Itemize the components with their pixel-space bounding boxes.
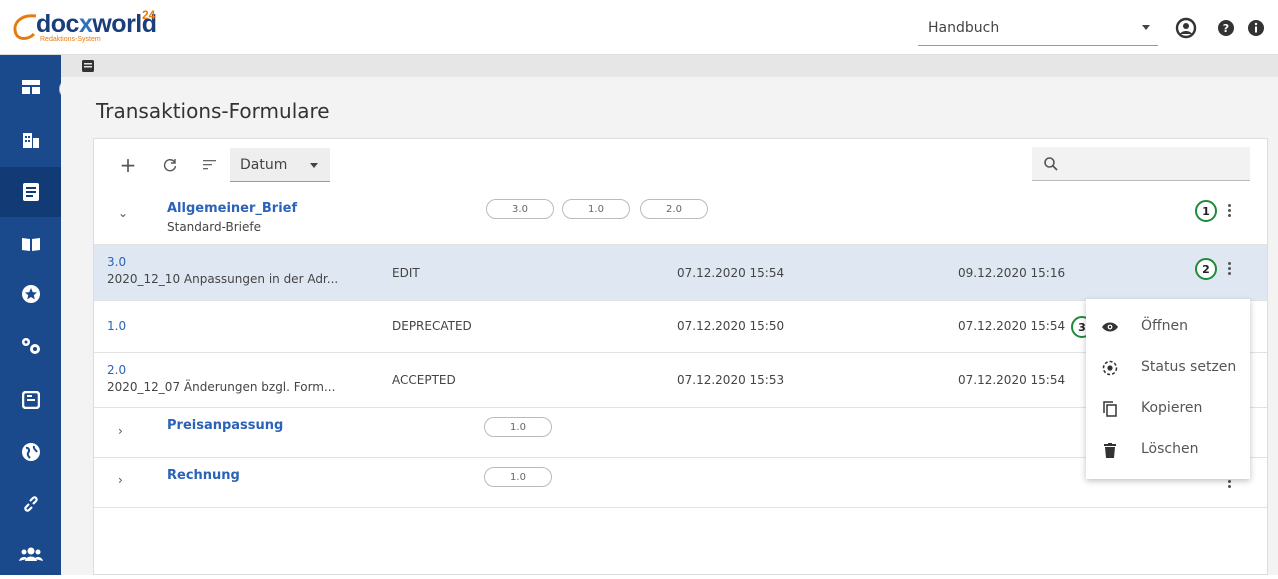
version-chip[interactable]: 2.0 (640, 199, 708, 219)
dashboard-icon (21, 80, 40, 94)
chevron-right-icon[interactable]: › (118, 424, 123, 438)
menu-item-delete[interactable]: Löschen (1086, 430, 1250, 470)
sidebar-item-organizations[interactable] (0, 115, 61, 165)
plus-icon: + (119, 153, 137, 177)
annotation-badge: 1 (1195, 200, 1217, 222)
refresh-icon (163, 159, 177, 172)
version-chip[interactable]: 3.0 (486, 199, 554, 219)
sort-order-button[interactable] (196, 150, 224, 180)
version-chip[interactable]: 1.0 (484, 467, 552, 487)
sidebar (0, 55, 61, 575)
handbook-selector-value: Handbuch (928, 19, 1000, 36)
logo-tagline: Redaktions-System (40, 36, 101, 43)
version-status: DEPRECATED (392, 319, 472, 333)
trash-icon (1102, 442, 1118, 458)
version-description: 2020_12_10 Anpassungen in der Adr... (107, 272, 339, 286)
menu-item-open[interactable]: Öffnen (1086, 307, 1250, 347)
version-created: 07.12.2020 15:53 (677, 373, 785, 387)
version-modified: 07.12.2020 15:54 (958, 319, 1066, 333)
sort-field-value: Datum (240, 156, 288, 173)
version-modified: 09.12.2020 15:16 (958, 266, 1066, 280)
version-link[interactable]: 1.0 (107, 319, 126, 333)
table-row[interactable]: 3.0 2020_12_10 Anpassungen in der Adr...… (94, 245, 1267, 301)
group-row[interactable]: ⌄ Allgemeiner_Brief Standard-Briefe 3.0 … (94, 188, 1267, 245)
top-bar: docxworld 24 Redaktions-System Handbuch … (0, 0, 1278, 55)
caret-down-icon (1142, 25, 1150, 30)
menu-item-label: Status setzen (1141, 359, 1237, 375)
sidebar-item-favorites[interactable] (0, 269, 61, 319)
version-modified: 07.12.2020 15:54 (958, 373, 1066, 387)
more-vertical-icon[interactable] (1228, 204, 1232, 218)
handbook-selector[interactable]: Handbuch (918, 10, 1158, 46)
docxworld-logo[interactable]: docxworld 24 Redaktions-System (10, 6, 170, 46)
caret-down-icon (310, 163, 318, 168)
version-chip[interactable]: 1.0 (484, 417, 552, 437)
sort-field-select[interactable]: Datum (230, 148, 330, 182)
sidebar-item-settings[interactable] (0, 321, 61, 371)
forms-icon (22, 183, 39, 201)
breadcrumb-bar (61, 55, 1278, 77)
logo-wordmark: docxworld (36, 10, 157, 38)
version-description: 2020_12_07 Änderungen bzgl. Form... (107, 380, 336, 394)
sidebar-item-forms[interactable] (0, 167, 61, 217)
version-status: EDIT (392, 266, 420, 280)
menu-item-copy[interactable]: Kopieren (1086, 389, 1250, 429)
forms-icon (82, 60, 94, 72)
sidebar-item-book[interactable] (0, 219, 61, 269)
group-name-link[interactable]: Rechnung (167, 468, 240, 483)
info-icon[interactable] (1242, 14, 1270, 42)
sidebar-item-links[interactable] (0, 479, 61, 529)
version-link[interactable]: 3.0 (107, 255, 126, 269)
help-icon[interactable]: ? (1212, 14, 1240, 42)
sidebar-item-users[interactable] (0, 529, 61, 579)
logo-superscript: 24 (142, 8, 156, 22)
user-circle-icon[interactable] (1172, 14, 1200, 42)
version-link[interactable]: 2.0 (107, 363, 126, 377)
add-button[interactable]: + (114, 150, 142, 180)
version-created: 07.12.2020 15:50 (677, 319, 785, 333)
search-icon (1044, 157, 1058, 171)
more-vertical-icon[interactable] (1228, 262, 1232, 276)
page-title: Transaktions-Formulare (96, 99, 330, 123)
sort-lines-icon (203, 160, 216, 170)
eye-icon (1102, 319, 1118, 335)
sidebar-item-documents[interactable] (0, 375, 61, 425)
version-chip[interactable]: 1.0 (562, 199, 630, 219)
status-circle-icon (1102, 360, 1118, 376)
refresh-button[interactable] (156, 150, 184, 180)
version-status: ACCEPTED (392, 373, 456, 387)
star-icon (21, 285, 40, 303)
group-name-link[interactable]: Preisanpassung (167, 418, 283, 433)
group-subtitle: Standard-Briefe (167, 220, 261, 234)
book-icon (21, 238, 40, 251)
menu-item-label: Löschen (1141, 441, 1199, 457)
search-input[interactable] (1032, 147, 1250, 181)
svg-text:?: ? (1223, 22, 1229, 35)
chevron-right-icon[interactable]: › (118, 473, 123, 487)
sidebar-item-languages[interactable] (0, 427, 61, 477)
document-icon (21, 391, 40, 409)
group-name-link[interactable]: Allgemeiner_Brief (167, 201, 297, 216)
version-created: 07.12.2020 15:54 (677, 266, 785, 280)
settings-icon (21, 338, 40, 354)
menu-item-label: Öffnen (1141, 318, 1189, 334)
globe-icon (21, 443, 40, 461)
users-icon (18, 547, 43, 561)
menu-item-label: Kopieren (1141, 400, 1203, 416)
chevron-down-icon[interactable]: ⌄ (118, 206, 128, 220)
annotation-badge: 2 (1195, 258, 1217, 280)
sidebar-item-dashboard[interactable] (0, 62, 61, 112)
link-icon (23, 496, 38, 512)
buildings-icon (22, 133, 39, 148)
context-menu: Öffnen Status setzen Kopieren Löschen (1086, 299, 1250, 479)
copy-icon (1102, 401, 1118, 417)
menu-item-set-status[interactable]: Status setzen (1086, 348, 1250, 388)
